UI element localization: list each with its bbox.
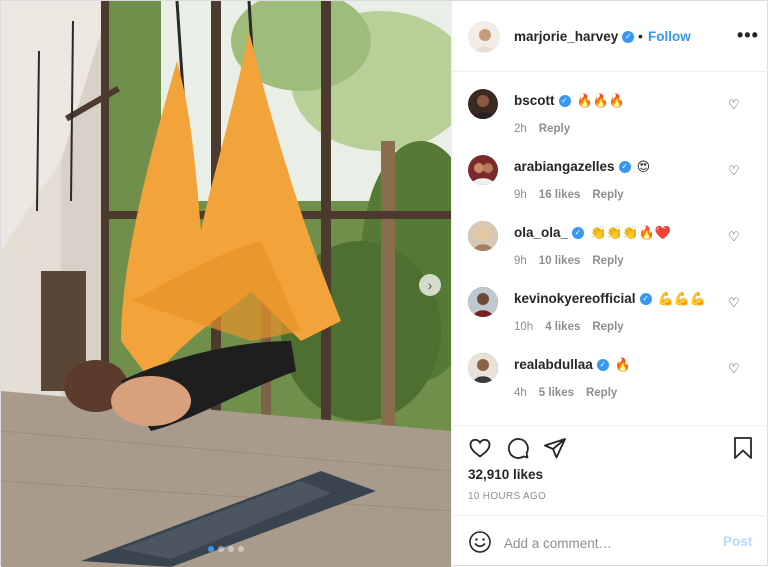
commenter-username[interactable]: ola_ola_ — [514, 225, 568, 240]
like-comment-heart-icon[interactable]: ♡ — [728, 229, 740, 245]
verified-badge-icon: ✓ — [596, 359, 609, 372]
comment-item: kevinokyereofficial ✓ 💪💪💪 10h 4 likes Reply … — [452, 271, 768, 337]
reply-button[interactable]: Reply — [586, 387, 617, 399]
comment-meta: 2h Reply — [514, 123, 582, 135]
comment-meta: 10h 4 likes Reply — [514, 321, 636, 333]
follow-button[interactable]: Follow — [648, 29, 691, 44]
comment-line: kevinokyereofficial ✓ 💪💪💪 — [514, 291, 706, 307]
post-header: marjorie_harvey ✓ • Follow ••• — [452, 1, 768, 72]
comment-text: 😍 — [636, 160, 651, 175]
post-timestamp[interactable]: 10 HOURS AGO — [468, 491, 546, 502]
verified-badge-icon: ✓ — [572, 227, 585, 240]
verified-badge-icon: ✓ — [618, 161, 631, 174]
comment-time: 10h — [514, 321, 534, 333]
verified-badge-icon: ✓ — [558, 95, 571, 108]
comment-text: 👏👏👏🔥❤️ — [590, 226, 671, 241]
comment-likes[interactable]: 16 likes — [539, 189, 581, 201]
commenter-avatar[interactable] — [468, 221, 498, 251]
comment-text: 🔥 — [614, 358, 631, 373]
reply-button[interactable]: Reply — [592, 321, 623, 333]
action-bar — [452, 425, 768, 469]
carousel-dot — [208, 546, 214, 552]
reply-button[interactable]: Reply — [592, 189, 623, 201]
comment-text: 💪💪💪 — [657, 292, 707, 307]
post-sidebar: marjorie_harvey ✓ • Follow ••• bscott ✓ 🔥🔥🔥… — [451, 1, 768, 567]
like-comment-heart-icon[interactable]: ♡ — [728, 163, 740, 179]
comment-input[interactable] — [504, 532, 714, 554]
comment-item: realabdullaa ✓ 🔥 4h 5 likes Reply ♡ — [452, 337, 768, 403]
share-paper-plane-icon[interactable] — [543, 436, 567, 460]
comment-item: bscott ✓ 🔥🔥🔥 2h Reply ♡ — [452, 73, 768, 139]
comment-meta: 9h 10 likes Reply — [514, 255, 636, 267]
comment-likes[interactable]: 10 likes — [539, 255, 581, 267]
more-options-icon[interactable]: ••• — [737, 25, 759, 46]
like-comment-heart-icon[interactable]: ♡ — [728, 97, 740, 113]
commenter-username[interactable]: kevinokyereofficial — [514, 291, 636, 306]
comment-meta: 9h 16 likes Reply — [514, 189, 636, 201]
add-comment-bar: Post — [452, 515, 768, 567]
post-comment-button[interactable]: Post — [723, 534, 752, 549]
comment-time: 9h — [514, 189, 527, 201]
author-avatar[interactable] — [468, 21, 500, 53]
reply-button[interactable]: Reply — [592, 255, 623, 267]
commenter-avatar[interactable] — [468, 155, 498, 185]
commenter-username[interactable]: realabdullaa — [514, 357, 593, 372]
comments-list: bscott ✓ 🔥🔥🔥 2h Reply ♡ arabiangazelles ✓ 😍 9… — [452, 73, 768, 425]
verified-badge-icon: ✓ — [639, 293, 652, 306]
commenter-username[interactable]: arabiangazelles — [514, 159, 615, 174]
comment-line: bscott ✓ 🔥🔥🔥 — [514, 93, 625, 109]
author-username-text[interactable]: marjorie_harvey — [514, 29, 618, 44]
comment-line: arabiangazelles ✓ 😍 — [514, 159, 650, 175]
like-heart-icon[interactable] — [468, 436, 492, 460]
carousel-dot — [218, 546, 224, 552]
comment-item: ola_ola_ ✓ 👏👏👏🔥❤️ 9h 10 likes Reply ♡ — [452, 205, 768, 271]
comment-time: 2h — [514, 123, 527, 135]
aerial-yoga-photo — [1, 1, 451, 567]
reply-button[interactable]: Reply — [539, 123, 570, 135]
comment-likes[interactable]: 5 likes — [539, 387, 574, 399]
next-photo-button[interactable]: › — [419, 274, 441, 296]
comment-likes[interactable]: 4 likes — [545, 321, 580, 333]
chevron-right-icon: › — [427, 277, 433, 293]
like-comment-heart-icon[interactable]: ♡ — [728, 295, 740, 311]
comment-text: 🔥🔥🔥 — [576, 94, 626, 109]
carousel-dot — [228, 546, 234, 552]
like-comment-heart-icon[interactable]: ♡ — [728, 361, 740, 377]
commenter-username[interactable]: bscott — [514, 93, 555, 108]
comment-bubble-icon[interactable] — [506, 436, 530, 460]
comment-item: arabiangazelles ✓ 😍 9h 16 likes Reply ♡ — [452, 139, 768, 205]
commenter-avatar[interactable] — [468, 89, 498, 119]
likes-count[interactable]: 32,910 likes — [468, 467, 543, 482]
emoji-smiley-icon[interactable] — [468, 530, 492, 554]
separator-dot: • — [638, 28, 643, 44]
carousel-dot — [238, 546, 244, 552]
comment-meta: 4h 5 likes Reply — [514, 387, 629, 399]
author-username[interactable]: marjorie_harvey ✓ — [514, 29, 635, 44]
commenter-avatar[interactable] — [468, 287, 498, 317]
instagram-post: › marjorie_harvey ✓ • Follow ••• bscott … — [0, 0, 768, 567]
verified-badge-icon: ✓ — [622, 31, 635, 44]
post-photo[interactable]: › — [1, 1, 451, 567]
comment-time: 9h — [514, 255, 527, 267]
author-avatar-image — [469, 22, 499, 52]
commenter-avatar[interactable] — [468, 353, 498, 383]
save-bookmark-icon[interactable] — [732, 436, 754, 460]
comment-time: 4h — [514, 387, 527, 399]
carousel-indicator — [1, 546, 451, 552]
comment-line: realabdullaa ✓ 🔥 — [514, 357, 631, 373]
comment-line: ola_ola_ ✓ 👏👏👏🔥❤️ — [514, 225, 671, 241]
